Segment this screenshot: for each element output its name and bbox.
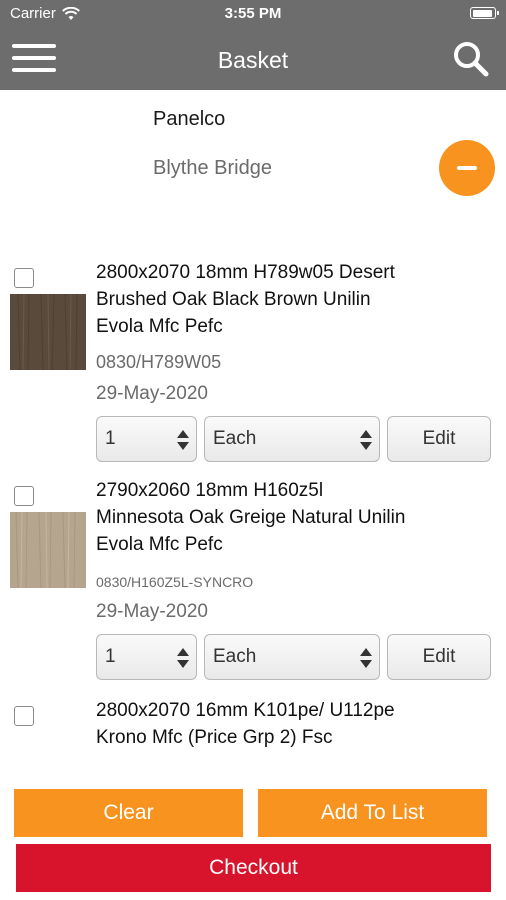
battery-icon — [470, 7, 499, 19]
item-date: 29-May-2020 — [96, 601, 208, 622]
quantity-picker[interactable]: 1 — [96, 634, 197, 680]
edit-button[interactable]: Edit — [387, 634, 491, 680]
battery-level — [472, 9, 492, 17]
company-name: Panelco — [153, 108, 226, 130]
branch-name: Blythe Bridge — [153, 157, 272, 179]
item-code: 0830/H160Z5L-SYNCRO — [96, 574, 254, 590]
wood-texture — [17, 293, 78, 371]
item-date: 29-May-2020 — [96, 383, 208, 404]
customer-header: Panelco Blythe Bridge — [0, 90, 506, 240]
add-to-list-button[interactable]: Add To List — [258, 789, 487, 837]
item-description: 2790x2060 18mm H160z5l Minnesota Oak Gre… — [96, 480, 406, 555]
item-checkbox[interactable] — [14, 268, 34, 288]
edit-label: Edit — [422, 428, 456, 449]
unit-value: Each — [213, 646, 257, 667]
search-icon[interactable] — [452, 40, 490, 78]
stepper-arrows-icon — [360, 430, 372, 450]
stepper-arrows-icon — [177, 430, 189, 450]
page-title: Basket — [217, 47, 289, 73]
status-bar: Carrier 3:55 PM — [0, 0, 506, 28]
quantity-value: 1 — [105, 646, 116, 667]
quantity-picker[interactable]: 1 — [96, 416, 197, 462]
item-description: 2800x2070 18mm H789w05 Desert Brushed Oa… — [96, 262, 395, 337]
item-swatch — [10, 511, 86, 589]
nav-bar: Basket — [0, 28, 506, 90]
checkout-button[interactable]: Checkout — [16, 844, 491, 892]
stepper-arrows-icon — [360, 648, 372, 668]
status-time: 3:55 PM — [224, 5, 282, 22]
minus-icon[interactable] — [439, 140, 495, 196]
clear-button[interactable]: Clear — [14, 789, 243, 837]
item-swatch — [10, 293, 86, 371]
item-code: 0830/H789W05 — [96, 352, 222, 372]
edit-button[interactable]: Edit — [387, 416, 491, 462]
unit-picker[interactable]: Each — [204, 416, 380, 462]
item-description: 2800x2070 16mm K101pe/ U112pe Krono Mfc … — [96, 700, 395, 748]
quantity-value: 1 — [105, 428, 116, 449]
unit-value: Each — [213, 428, 257, 449]
edit-label: Edit — [422, 646, 456, 667]
item-checkbox[interactable] — [14, 486, 34, 506]
item-checkbox[interactable] — [14, 706, 34, 726]
wood-texture — [15, 511, 76, 589]
unit-picker[interactable]: Each — [204, 634, 380, 680]
stepper-arrows-icon — [177, 648, 189, 668]
